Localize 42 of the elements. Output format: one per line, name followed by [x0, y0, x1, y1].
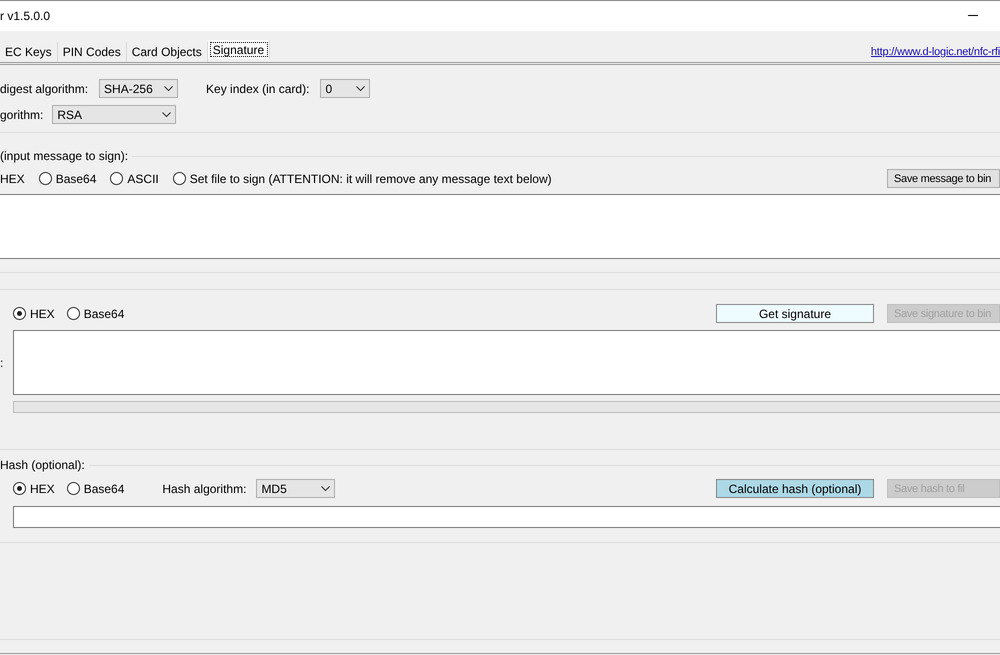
- dropdown[interactable]: MD5: [256, 479, 336, 498]
- radio-icon: [13, 307, 26, 320]
- dropdown[interactable]: RSA: [52, 105, 176, 124]
- chevron-down-icon: [356, 86, 366, 92]
- field-label: :: [0, 356, 4, 370]
- radio-icon: [66, 307, 80, 320]
- radio-option[interactable]: Base64: [38, 172, 96, 186]
- group-label: Hash (optional):: [0, 458, 85, 472]
- radio-icon: [66, 482, 80, 495]
- save-button[interactable]: Save message to bin: [887, 169, 1000, 188]
- tab[interactable]: EC Keys: [0, 42, 58, 62]
- get-signature-button[interactable]: Get signature: [716, 304, 874, 323]
- field-label: Key index (in card):: [206, 82, 310, 96]
- chevron-down-icon: [164, 86, 174, 92]
- chevron-down-icon: [162, 112, 172, 118]
- signature-text-area[interactable]: [13, 330, 1000, 395]
- radio-icon: [172, 172, 186, 185]
- radio-option[interactable]: Set file to sign (ATTENTION: it will remove any message text below): [172, 172, 552, 186]
- group-label: (input message to sign):: [0, 149, 128, 163]
- field-label: Hash algorithm:: [162, 482, 246, 496]
- window-title: r v1.5.0.0: [0, 9, 50, 23]
- tab[interactable]: PIN Codes: [58, 42, 127, 62]
- field-label: digest algorithm:: [0, 82, 88, 96]
- minimize-icon[interactable]: [968, 14, 978, 16]
- radio-option[interactable]: Base64: [66, 306, 124, 320]
- dropdown[interactable]: 0: [320, 79, 370, 98]
- radio-icon: [38, 172, 52, 185]
- tab[interactable]: Signature: [208, 40, 270, 59]
- chevron-down-icon: [321, 486, 330, 492]
- message-text-area[interactable]: [0, 194, 1000, 259]
- radio-icon: [13, 482, 26, 495]
- radio-option[interactable]: HEX: [13, 306, 55, 320]
- radio-option[interactable]: Base64: [66, 482, 124, 496]
- radio-option[interactable]: HEX: [13, 482, 55, 496]
- field-label: gorithm:: [0, 108, 44, 122]
- calculate-hash-button[interactable]: Calculate hash (optional): [716, 479, 874, 498]
- radio-option[interactable]: ASCII: [110, 172, 159, 186]
- radio-option[interactable]: HEX: [0, 172, 25, 186]
- website-link[interactable]: http://www.d-logic.net/nfc-rfi: [870, 46, 1000, 58]
- hash-field[interactable]: [13, 506, 1000, 528]
- dropdown[interactable]: SHA-256: [99, 79, 178, 98]
- radio-icon: [110, 172, 124, 185]
